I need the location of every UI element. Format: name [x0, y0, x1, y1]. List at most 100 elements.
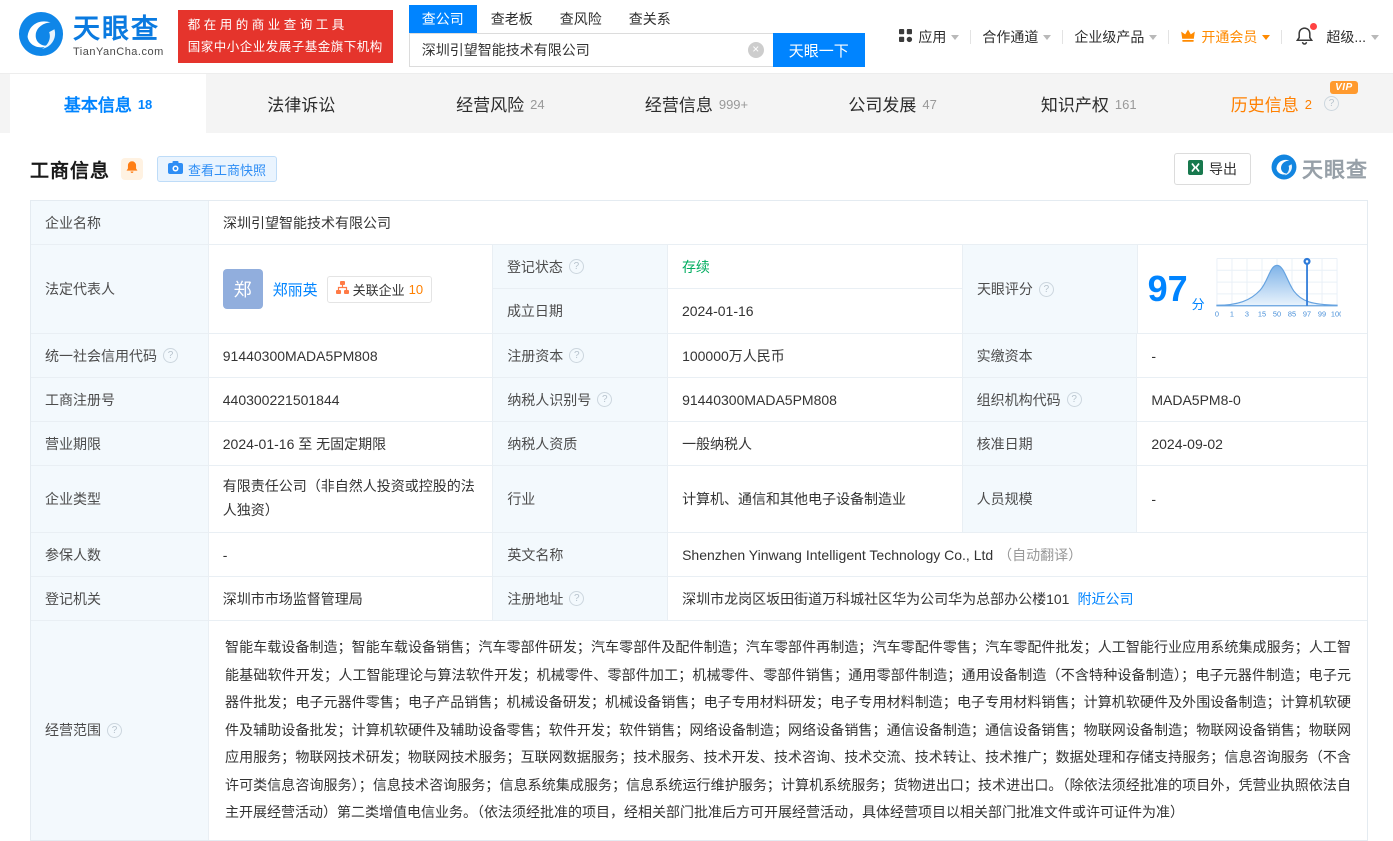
chevron-down-icon: [1149, 35, 1157, 40]
field-label: 注册资本: [493, 334, 668, 377]
tab-operation-risk[interactable]: 经营风险 24: [402, 74, 598, 133]
tab-count: 999+: [719, 97, 748, 112]
avatar[interactable]: 郑: [223, 269, 263, 309]
tab-company-development[interactable]: 公司发展 47: [795, 74, 991, 133]
svg-text:1: 1: [1230, 309, 1234, 318]
taxpayer-id-value: 91440300MADA5PM808: [668, 378, 963, 421]
top-nav: 应用 合作通道 企业级产品 开通会员 超级...: [898, 26, 1379, 48]
nav-vip-membership[interactable]: 开通会员: [1180, 27, 1270, 47]
tab-label: 经营信息: [645, 91, 713, 116]
legal-rep-name-link[interactable]: 郑丽英: [273, 279, 318, 300]
tab-label: 经营风险: [456, 91, 524, 116]
row-english-name: 参保人数 - 英文名称 Shenzhen Yinwang Intelligent…: [31, 533, 1367, 577]
search-tab-risk[interactable]: 查风险: [560, 5, 602, 33]
tab-count: 2: [1305, 97, 1312, 112]
help-icon[interactable]: [1067, 392, 1082, 407]
field-label: 天眼评分: [963, 245, 1138, 333]
nav-apps[interactable]: 应用: [898, 27, 959, 47]
section-head-right: 导出 天眼查: [1174, 153, 1368, 185]
business-term-value: 2024-01-16 至 无固定期限: [209, 422, 494, 465]
help-icon[interactable]: [1324, 96, 1339, 111]
nav-account-label: 超级...: [1326, 27, 1366, 47]
clear-icon[interactable]: [748, 42, 764, 58]
search-input[interactable]: [410, 34, 773, 66]
search-tab-boss[interactable]: 查老板: [491, 5, 533, 33]
monitor-bell-button[interactable]: [121, 158, 143, 180]
label-text: 纳税人识别号: [507, 390, 591, 410]
help-icon[interactable]: [569, 348, 584, 363]
row-company-name: 企业名称 深圳引望智能技术有限公司: [31, 201, 1367, 245]
approval-date-value: 2024-09-02: [1137, 422, 1367, 465]
divider: [1281, 30, 1282, 44]
staff-size-value: -: [1137, 466, 1367, 532]
tab-count: 47: [922, 97, 936, 112]
slogan-banner: 都在用的商业查询工具 国家中小企业发展子基金旗下机构: [178, 10, 393, 64]
field-label: 注册地址: [493, 577, 668, 620]
help-icon[interactable]: [597, 392, 612, 407]
row-reg-number: 工商注册号 440300221501844 纳税人识别号 91440300MAD…: [31, 378, 1367, 422]
search-tabs: 查公司 查老板 查风险 查关系: [409, 6, 865, 33]
svg-text:99: 99: [1318, 309, 1326, 318]
watermark-logo: 天眼查: [1271, 154, 1368, 185]
search-button[interactable]: 天眼一下: [773, 33, 865, 67]
nav-vip-label: 开通会员: [1201, 27, 1257, 47]
tab-business-info[interactable]: 经营信息 999+: [598, 74, 794, 133]
company-tab-bar: 基本信息 18 法律诉讼 经营风险 24 经营信息 999+ 公司发展 47 知…: [0, 73, 1393, 133]
row-business-term: 营业期限 2024-01-16 至 无固定期限 纳税人资质 一般纳税人 核准日期…: [31, 422, 1367, 466]
label-text: 统一社会信用代码: [45, 346, 157, 366]
help-icon[interactable]: [1039, 282, 1054, 297]
tab-basic-info[interactable]: 基本信息 18: [10, 74, 206, 133]
notification-dot: [1310, 23, 1317, 30]
snapshot-button[interactable]: 查看工商快照: [157, 156, 277, 182]
nav-account[interactable]: 超级...: [1326, 27, 1379, 47]
export-button[interactable]: 导出: [1174, 153, 1251, 185]
chevron-down-icon: [1043, 35, 1051, 40]
svg-text:85: 85: [1288, 309, 1296, 318]
paid-capital-value: -: [1137, 334, 1367, 377]
nearby-companies-link[interactable]: 附近公司: [1077, 589, 1133, 609]
search-tab-relation[interactable]: 查关系: [629, 5, 671, 33]
divider: [1062, 30, 1063, 44]
field-label: 统一社会信用代码: [31, 334, 209, 377]
slogan-line-1: 都在用的商业查询工具: [188, 15, 383, 37]
divider: [970, 30, 971, 44]
help-icon[interactable]: [163, 348, 178, 363]
reg-number-value: 440300221501844: [209, 378, 494, 421]
status-subgrid: 登记状态 存续 成立日期 2024-01-16: [493, 245, 963, 333]
legal-rep-cell: 郑 郑丽英 关联企业 10: [209, 245, 493, 333]
svg-text:3: 3: [1245, 309, 1249, 318]
related-companies-badge[interactable]: 关联企业 10: [327, 276, 432, 303]
chevron-down-icon: [1262, 35, 1270, 40]
related-companies-count: 10: [409, 282, 423, 297]
nav-apps-label: 应用: [918, 27, 946, 47]
help-icon[interactable]: [107, 723, 122, 738]
tab-history-info[interactable]: VIP 历史信息 2: [1187, 74, 1383, 133]
tab-intellectual-property[interactable]: 知识产权 161: [991, 74, 1187, 133]
tab-legal-proceedings[interactable]: 法律诉讼: [206, 74, 402, 133]
field-label: 英文名称: [493, 533, 668, 576]
business-info-table: 企业名称 深圳引望智能技术有限公司 法定代表人 郑 郑丽英 关联企业 10 登记…: [30, 200, 1368, 841]
nav-enterprise-products[interactable]: 企业级产品: [1074, 27, 1157, 47]
field-label: 人员规模: [963, 466, 1138, 532]
industry-value: 计算机、通信和其他电子设备制造业: [668, 466, 963, 532]
company-name-value: 深圳引望智能技术有限公司: [209, 201, 1367, 244]
row-company-type: 企业类型 有限责任公司（非自然人投资或控股的法人独资） 行业 计算机、通信和其他…: [31, 466, 1367, 533]
help-icon[interactable]: [569, 259, 584, 274]
tab-count: 18: [138, 97, 152, 112]
field-label: 登记状态: [493, 245, 668, 288]
tab-label: 基本信息: [64, 91, 132, 116]
help-icon[interactable]: [569, 591, 584, 606]
field-label: 行业: [493, 466, 668, 532]
field-label: 企业名称: [31, 201, 209, 244]
related-companies-label: 关联企业: [353, 280, 405, 299]
tianyancha-swirl-icon: [1271, 154, 1297, 185]
nav-cooperation[interactable]: 合作通道: [982, 27, 1051, 47]
notifications-bell[interactable]: [1295, 26, 1314, 48]
tab-label: 历史信息: [1231, 91, 1299, 116]
nav-cooperation-label: 合作通道: [982, 27, 1038, 47]
establish-date-value: 2024-01-16: [668, 289, 963, 333]
tianyancha-logo[interactable]: 天眼查 TianYanCha.com: [18, 11, 164, 62]
auto-translate-note: （自动翻译）: [998, 545, 1082, 565]
watermark-text: 天眼查: [1302, 154, 1368, 184]
search-tab-company[interactable]: 查公司: [409, 5, 477, 33]
